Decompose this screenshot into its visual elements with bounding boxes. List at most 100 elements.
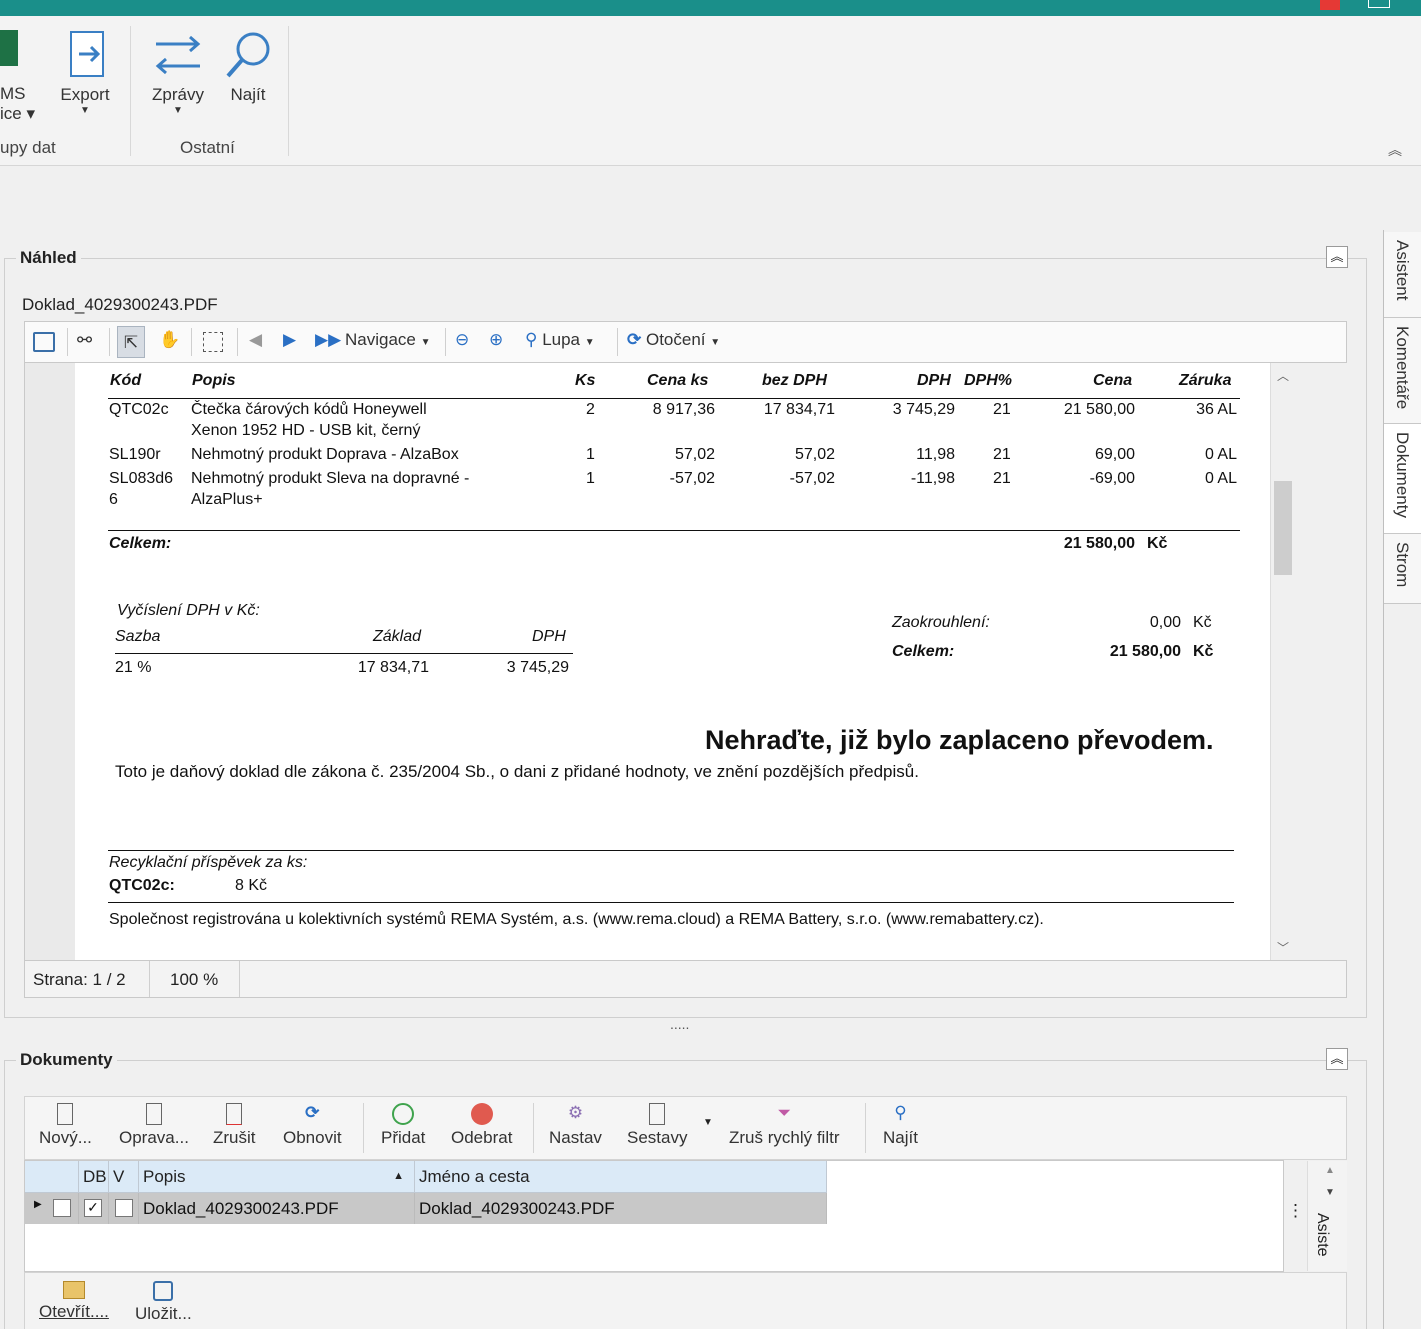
col-header-zaruka: Záruka xyxy=(1179,372,1232,389)
ms-label: MS xyxy=(0,84,26,103)
grid-header-v[interactable]: V xyxy=(109,1161,139,1193)
alert-icon[interactable] xyxy=(1320,0,1340,10)
table-cell-popis[interactable]: Doklad_4029300243.PDF xyxy=(139,1193,415,1224)
clear-filter-button[interactable]: ⏷ Zruš rychlý filtr xyxy=(729,1103,840,1148)
item-desc: Čtečka čárových kódů Honeywell xyxy=(191,401,427,418)
vat-header-zaklad: Základ xyxy=(373,628,422,645)
find-button[interactable]: ⚲ Najít xyxy=(883,1103,918,1148)
vat-title: Vyčíslení DPH v Kč: xyxy=(117,602,260,619)
item-unit-price: 57,02 xyxy=(674,446,715,463)
lupa-dropdown[interactable]: ⚲ Lupa ▼ xyxy=(525,330,595,350)
lupa-icon: ⚲ xyxy=(525,330,538,349)
item-warranty: 36 AL xyxy=(1196,401,1237,418)
pointer-tool-icon[interactable]: ⇱ xyxy=(117,326,145,358)
item-vat: 11,98 xyxy=(916,446,955,463)
rounding-label: Zaokrouhlení: xyxy=(892,614,990,631)
pdf-scrollbar[interactable]: ︿ ﹀ xyxy=(1270,363,1294,960)
item-vat-pct: 21 xyxy=(993,446,1011,463)
group-label-ostatni: Ostatní xyxy=(180,138,235,157)
zoom-in-icon[interactable]: ⊕ xyxy=(489,330,503,350)
ms-office-button[interactable]: MS ice ▾ xyxy=(0,30,40,124)
dokumenty-collapse-button[interactable]: ︽ xyxy=(1326,1048,1348,1070)
grid-scroll-up-icon[interactable]: ▲ xyxy=(1325,1165,1335,1176)
next-page-icon[interactable]: ▶ xyxy=(283,330,296,350)
scroll-up-icon[interactable]: ︿ xyxy=(1277,367,1289,384)
table-cell-db[interactable]: ✓ xyxy=(79,1193,109,1224)
add-button[interactable]: Přidat xyxy=(381,1103,425,1148)
vat-rate: 21 % xyxy=(115,659,152,676)
table-row-indicator[interactable]: ▶ xyxy=(25,1193,79,1224)
navigace-label: Navigace xyxy=(345,330,416,349)
recycling-value: 8 Kč xyxy=(235,877,268,894)
preview-filename: Doklad_4029300243.PDF xyxy=(22,295,218,314)
export-button[interactable]: Export ▼ xyxy=(56,30,114,116)
otoceni-dropdown[interactable]: ⟳ Otočení ▼ xyxy=(627,330,720,350)
save-button[interactable]: Uložit... xyxy=(135,1281,192,1324)
zoom-out-icon[interactable]: ⊖ xyxy=(455,330,469,350)
toolbar-label: Zruš rychlý filtr xyxy=(729,1128,840,1147)
legal-note: Toto je daňový doklad dle zákona č. 235/… xyxy=(115,762,919,781)
row-select-checkbox[interactable] xyxy=(53,1199,71,1217)
scroll-thumb[interactable] xyxy=(1274,481,1292,575)
reports-dropdown-icon[interactable]: ▼ xyxy=(703,1117,713,1128)
grid-header-db[interactable]: DB xyxy=(79,1161,109,1193)
settings-button[interactable]: ⚙ Nastav xyxy=(549,1103,602,1148)
open-button[interactable]: Otevřít.... xyxy=(39,1281,109,1322)
disk-icon xyxy=(153,1281,174,1301)
nahled-collapse-button[interactable]: ︽ xyxy=(1326,246,1348,268)
side-tab-label: Komentáře xyxy=(1393,326,1412,410)
asistent-tab-small[interactable]: Asiste xyxy=(1313,1213,1331,1257)
item-vat: 3 745,29 xyxy=(892,401,955,418)
zpravy-button[interactable]: Zprávy ▼ xyxy=(146,30,210,116)
edit-document-button[interactable]: Oprava... xyxy=(119,1103,189,1148)
sort-asc-icon: ▲ xyxy=(393,1170,404,1182)
toolbar-label: Zrušit xyxy=(213,1128,256,1147)
reports-button[interactable]: Sestavy xyxy=(627,1103,687,1148)
table-cell-v[interactable] xyxy=(109,1193,139,1224)
lupa-label: Lupa xyxy=(542,330,581,349)
page-indicator: Strana: 1 / 2 xyxy=(33,970,126,989)
row-expand-icon[interactable]: ▶ xyxy=(34,1199,42,1210)
pdf-page: Kód Popis Ks Cena ks bez DPH DPH DPH% Ce… xyxy=(75,363,1270,960)
preview-status-bar: Strana: 1 / 2 100 % xyxy=(24,960,1347,998)
col-header-ks: Ks xyxy=(575,372,596,389)
side-tab-asistent[interactable]: Asistent xyxy=(1384,232,1421,318)
grid-header-jmeno[interactable]: Jméno a cesta xyxy=(415,1161,827,1193)
db-checkbox[interactable]: ✓ xyxy=(84,1199,102,1217)
magnifier-icon xyxy=(226,32,270,78)
prev-page-icon[interactable]: ◀ xyxy=(249,330,262,350)
toolbar-label: Nový... xyxy=(39,1128,92,1147)
grid-options-icon[interactable]: ⋮ xyxy=(1287,1201,1304,1221)
scroll-down-icon[interactable]: ﹀ xyxy=(1277,939,1289,956)
print-icon[interactable] xyxy=(33,332,55,352)
chat-icon[interactable] xyxy=(1368,0,1390,8)
select-text-icon[interactable] xyxy=(203,332,223,352)
panel-splitter[interactable]: ..... xyxy=(670,1016,689,1032)
total-value: 21 580,00 xyxy=(1063,535,1135,552)
collapse-ribbon-icon[interactable]: ︽ xyxy=(1388,140,1402,160)
paid-note: Nehraďte, již bylo zaplaceno převodem. xyxy=(705,725,1214,755)
side-tab-dokumenty[interactable]: Dokumenty xyxy=(1384,424,1421,534)
refresh-button[interactable]: ⟳ Obnovit xyxy=(283,1103,342,1148)
v-checkbox[interactable] xyxy=(115,1199,133,1217)
navigace-dropdown[interactable]: Navigace ▼ xyxy=(345,330,431,350)
najit-button[interactable]: Najít xyxy=(222,30,274,105)
new-document-button[interactable]: Nový... xyxy=(39,1103,92,1148)
cancel-document-button[interactable]: Zrušit xyxy=(213,1103,256,1148)
side-tab-strom[interactable]: Strom xyxy=(1384,534,1421,604)
binoculars-icon[interactable]: ⚯ xyxy=(77,330,92,351)
grid-header-indicator xyxy=(25,1161,79,1193)
group-label-data: upy dat xyxy=(0,138,56,157)
vat-header-sazba: Sazba xyxy=(115,628,161,645)
edit-doc-icon xyxy=(145,1103,162,1125)
table-cell-jmeno[interactable]: Doklad_4029300243.PDF xyxy=(415,1193,827,1224)
pdf-viewport[interactable]: Kód Popis Ks Cena ks bez DPH DPH DPH% Ce… xyxy=(24,363,1270,960)
remove-button[interactable]: Odebrat xyxy=(451,1103,512,1148)
hand-tool-icon[interactable]: ✋ xyxy=(159,330,180,350)
last-page-icon[interactable]: ▶▶ xyxy=(315,330,341,350)
side-tab-komentare[interactable]: Komentáře xyxy=(1384,318,1421,424)
nahled-title: Náhled xyxy=(16,248,81,268)
grid-scroll-down-icon[interactable]: ▼ xyxy=(1325,1187,1335,1198)
grid-header-popis[interactable]: Popis ▲ xyxy=(139,1161,415,1193)
col-header-cena-ks: Cena ks xyxy=(647,372,709,389)
